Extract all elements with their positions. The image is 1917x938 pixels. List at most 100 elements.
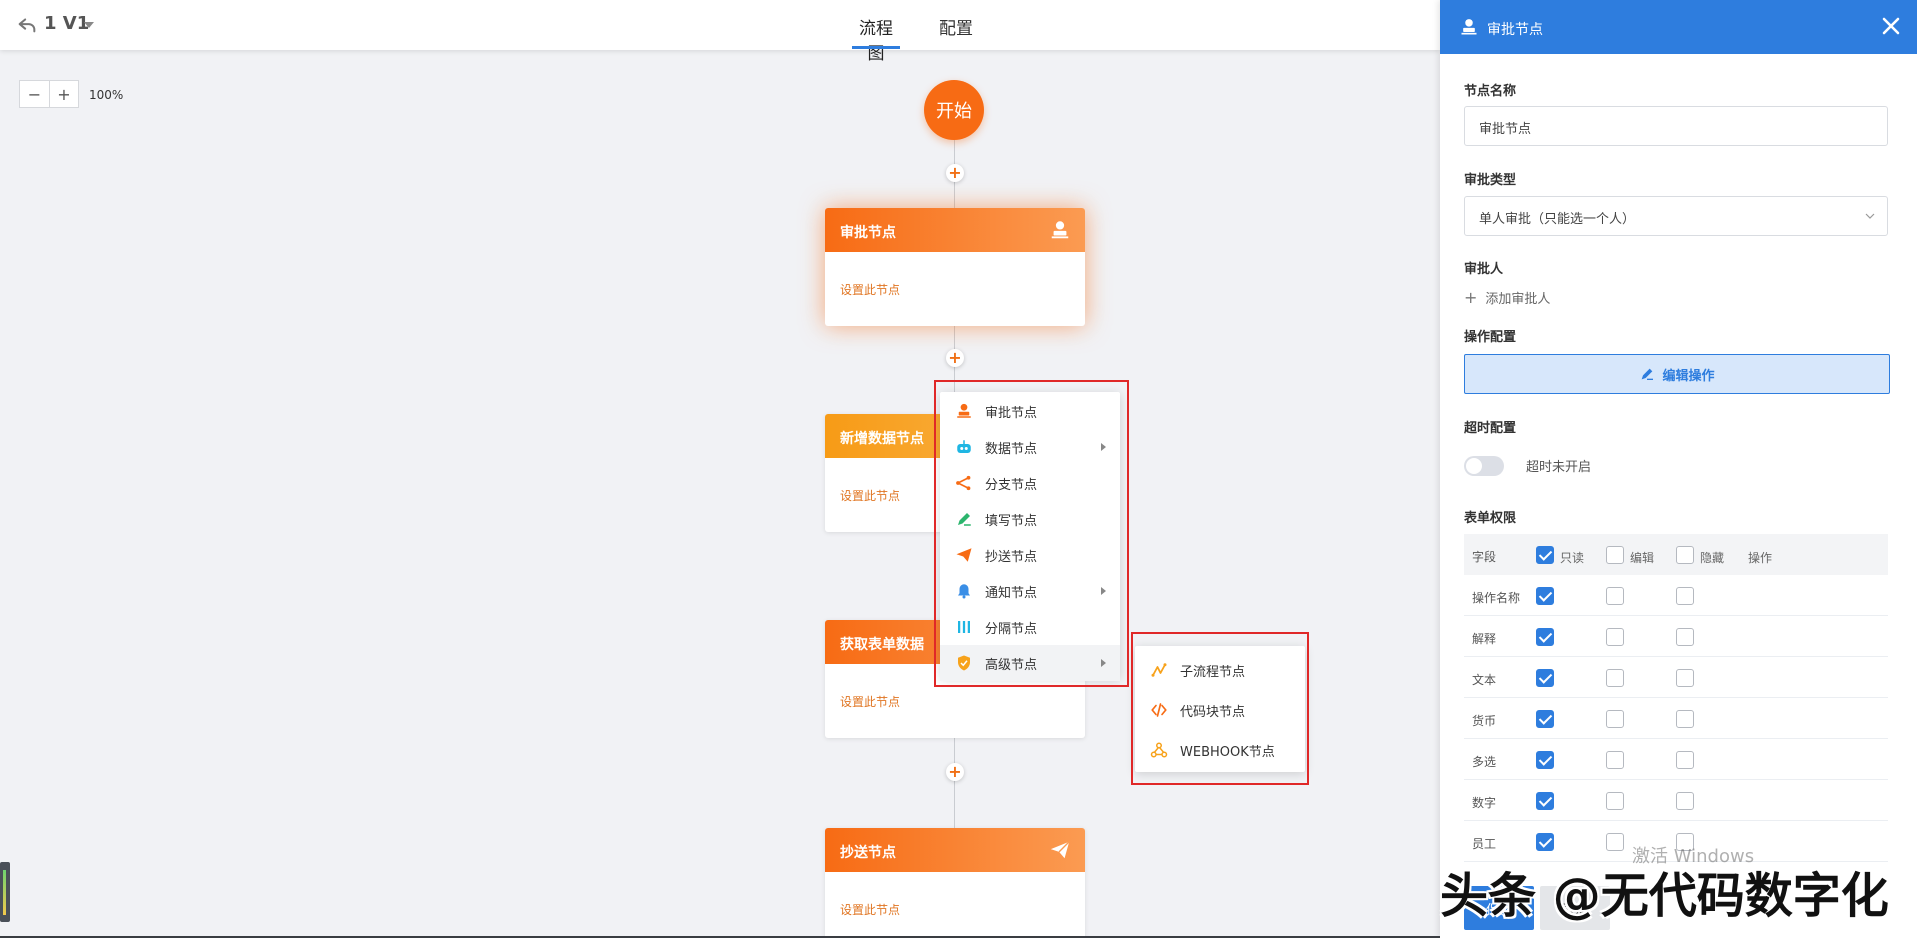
approval-type-label: 审批类型	[1464, 173, 1517, 188]
field-name: 多选	[1472, 755, 1497, 769]
field-name: 操作名称	[1472, 591, 1521, 605]
readonly-checkbox[interactable]	[1536, 710, 1554, 728]
table-row: 多选	[1464, 739, 1888, 780]
menu-item-code-node[interactable]: 代码块节点	[1135, 690, 1305, 730]
approver-label: 审批人	[1464, 262, 1504, 277]
paper-plane-icon	[956, 548, 972, 562]
zoom-in-button[interactable]: +	[49, 81, 78, 107]
zoom-out-button[interactable]: −	[20, 81, 49, 107]
version-selector[interactable]: 1 V1	[44, 13, 89, 34]
edit-checkbox[interactable]	[1606, 833, 1624, 851]
readonly-checkbox[interactable]	[1536, 628, 1554, 646]
table-header-row: 字段 只读 编辑 隐藏 操作	[1464, 534, 1888, 575]
add-node-button[interactable]: +	[946, 164, 964, 182]
hidden-checkbox[interactable]	[1676, 628, 1694, 646]
active-tab-indicator	[852, 46, 900, 49]
edit-checkbox[interactable]	[1606, 751, 1624, 769]
hidden-checkbox[interactable]	[1676, 751, 1694, 769]
node-setting-link[interactable]: 设置此节点	[825, 252, 1085, 327]
menu-item-branch-node[interactable]: 分支节点	[940, 465, 1120, 501]
menu-item-approval-node[interactable]: 审批节点	[940, 393, 1120, 429]
form-permission-table: 字段 只读 编辑 隐藏 操作 操作名称 解释 文本 货币 多选 数字 员工	[1464, 534, 1888, 862]
node-header: 抄送节点	[825, 828, 1085, 872]
chevron-right-icon	[1101, 659, 1106, 667]
node-header: 审批节点	[825, 208, 1085, 252]
table-row: 数字	[1464, 780, 1888, 821]
hidden-checkbox[interactable]	[1676, 587, 1694, 605]
hidden-checkbox[interactable]	[1676, 710, 1694, 728]
tab-config[interactable]: 配置	[939, 14, 973, 39]
menu-item-data-node[interactable]: 数据节点	[940, 429, 1120, 465]
column-header-action: 操作	[1748, 551, 1773, 565]
edit-operation-button[interactable]: 编辑操作	[1464, 354, 1890, 394]
edit-checkbox[interactable]	[1606, 710, 1624, 728]
chevron-right-icon	[1101, 443, 1106, 451]
readonly-checkbox[interactable]	[1536, 833, 1554, 851]
close-icon[interactable]	[1879, 14, 1903, 38]
menu-item-label: 填写节点	[985, 513, 1038, 529]
menu-item-separator-node[interactable]: 分隔节点	[940, 609, 1120, 645]
edit-all-checkbox[interactable]	[1606, 546, 1624, 564]
menu-item-label: 数据节点	[985, 441, 1038, 457]
save-button[interactable]: 保存	[1464, 886, 1534, 930]
menu-item-subprocess-node[interactable]: 子流程节点	[1135, 650, 1305, 690]
table-row: 操作名称	[1464, 575, 1888, 616]
add-node-button[interactable]: +	[946, 763, 964, 781]
timeout-toggle[interactable]	[1464, 456, 1504, 476]
add-approver-button[interactable]: + 添加审批人	[1464, 288, 1550, 307]
column-header-hidden: 隐藏	[1700, 551, 1725, 565]
approval-node-card[interactable]: 审批节点 设置此节点	[825, 208, 1085, 326]
readonly-checkbox[interactable]	[1536, 587, 1554, 605]
node-type-menu: 审批节点 数据节点 分支节点 填写节点 抄送节点 通知节点 分隔节点 高级节点	[940, 392, 1120, 681]
menu-item-webhook-node[interactable]: WEBHOOK节点	[1135, 730, 1305, 770]
hidden-checkbox[interactable]	[1676, 792, 1694, 810]
chevron-right-icon	[1101, 587, 1106, 595]
webhook-icon	[1150, 742, 1168, 758]
tab-flowchart[interactable]: 流程图	[852, 14, 900, 64]
menu-item-label: 子流程节点	[1180, 664, 1246, 680]
readonly-all-checkbox[interactable]	[1536, 546, 1554, 564]
readonly-checkbox[interactable]	[1536, 792, 1554, 810]
node-name-input[interactable]: 审批节点	[1464, 106, 1888, 146]
stamp-icon	[957, 403, 971, 418]
field-name: 数字	[1472, 796, 1497, 810]
bell-icon	[958, 584, 970, 599]
node-setting-link[interactable]: 设置此节点	[825, 872, 1085, 938]
readonly-checkbox[interactable]	[1536, 669, 1554, 687]
hidden-all-checkbox[interactable]	[1676, 546, 1694, 564]
readonly-checkbox[interactable]	[1536, 751, 1554, 769]
column-header-field: 字段	[1472, 550, 1497, 564]
table-row: 货币	[1464, 698, 1888, 739]
cc-node-card[interactable]: 抄送节点 设置此节点	[825, 828, 1085, 938]
cancel-button[interactable]: 取消	[1540, 886, 1610, 930]
field-name: 文本	[1472, 673, 1497, 687]
edit-checkbox[interactable]	[1606, 628, 1624, 646]
panel-title: 审批节点	[1487, 22, 1543, 38]
node-title: 新增数据节点	[840, 431, 924, 447]
zoom-level: 100%	[89, 88, 124, 102]
chevron-down-icon[interactable]	[84, 22, 94, 28]
column-header-edit: 编辑	[1630, 551, 1655, 565]
activate-windows-notice: 激活 Windows	[1632, 846, 1755, 867]
menu-item-advanced-node[interactable]: 高级节点	[940, 645, 1120, 681]
paper-plane-icon	[1050, 841, 1070, 859]
field-name: 员工	[1472, 837, 1497, 851]
edit-checkbox[interactable]	[1606, 587, 1624, 605]
top-bar: 1 V1 流程图 配置	[0, 0, 1440, 64]
hidden-checkbox[interactable]	[1676, 669, 1694, 687]
undo-back-icon[interactable]	[16, 14, 38, 36]
separator-icon	[958, 621, 970, 633]
edit-checkbox[interactable]	[1606, 669, 1624, 687]
menu-item-fill-node[interactable]: 填写节点	[940, 501, 1120, 537]
edit-checkbox[interactable]	[1606, 792, 1624, 810]
approval-type-value: 单人审批（只能选一个人）	[1479, 212, 1636, 227]
menu-item-label: 分支节点	[985, 477, 1038, 493]
start-node[interactable]: 开始	[924, 80, 984, 140]
stamp-icon	[1051, 221, 1069, 239]
approval-type-select[interactable]: 单人审批（只能选一个人）	[1464, 196, 1888, 236]
menu-item-label: WEBHOOK节点	[1180, 744, 1275, 760]
menu-item-notify-node[interactable]: 通知节点	[940, 573, 1120, 609]
add-node-button[interactable]: +	[946, 349, 964, 367]
flow-connector	[954, 738, 955, 828]
menu-item-cc-node[interactable]: 抄送节点	[940, 537, 1120, 573]
